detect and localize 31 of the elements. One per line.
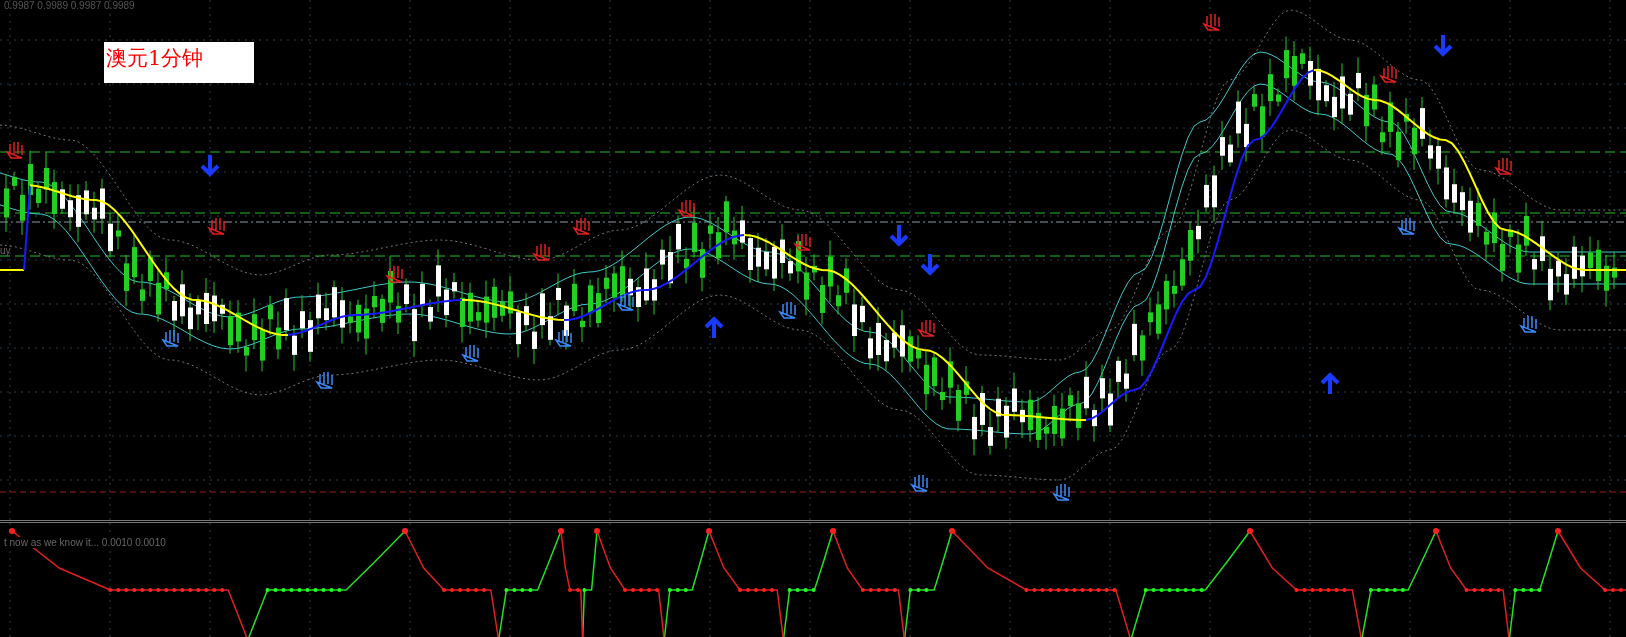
hand-icon	[208, 217, 225, 235]
hand-icon	[678, 199, 695, 217]
hand-icon	[1398, 217, 1415, 235]
hand-icon	[779, 301, 796, 319]
hand-icon	[1520, 315, 1537, 333]
indicator-readout: t now as we know it... 0.0010 0.0010	[2, 537, 168, 548]
hand-icon	[573, 217, 590, 235]
hand-icon	[555, 329, 572, 347]
hand-icon	[162, 329, 179, 347]
down-arrow-icon	[920, 252, 940, 276]
price-readout: 0.9987 0.9989 0.9987 0.9989	[4, 0, 135, 11]
hand-icon	[1203, 13, 1220, 31]
down-arrow-icon	[1433, 33, 1453, 57]
hand-icon	[316, 371, 333, 389]
up-arrow-icon	[1320, 372, 1340, 396]
hand-icon	[1053, 483, 1070, 501]
hand-icon	[386, 265, 403, 283]
hand-icon	[1380, 65, 1397, 83]
hand-icon	[794, 233, 811, 251]
hand-icon	[533, 243, 550, 261]
edge-label: uy	[0, 245, 11, 256]
up-arrow-icon	[704, 316, 724, 340]
hand-icon	[6, 141, 23, 159]
hand-icon	[918, 319, 935, 337]
hand-icon	[462, 344, 479, 362]
down-arrow-icon	[889, 223, 909, 247]
hand-icon	[617, 293, 634, 311]
chart-title-label: 澳元1分钟	[104, 42, 254, 83]
hand-icon	[911, 474, 928, 492]
hand-icon	[1495, 157, 1512, 175]
down-arrow-icon	[200, 153, 220, 177]
